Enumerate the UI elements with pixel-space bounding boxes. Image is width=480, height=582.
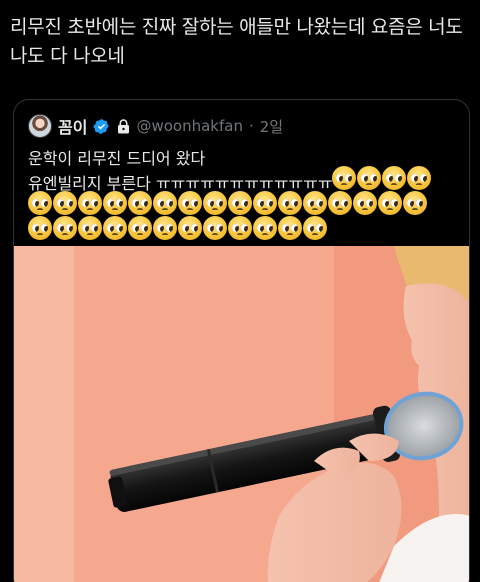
pleading-face-emoji	[78, 191, 102, 215]
pleading-face-emoji	[53, 216, 77, 240]
pleading-face-emoji	[178, 216, 202, 240]
pleading-face-emoji	[353, 191, 377, 215]
pleading-face-emoji	[153, 216, 177, 240]
pleading-face-emoji	[28, 191, 52, 215]
tweet-text: 리무진 초반에는 진짜 잘하는 애들만 나왔는데 요즘은 너도 나도 다 나오네	[10, 16, 463, 67]
pleading-face-emoji	[28, 216, 52, 240]
quoted-text-line-1: 운학이 리무진 드디어 왔다	[28, 149, 206, 168]
pleading-face-emoji	[103, 191, 127, 215]
quoted-tweet-card[interactable]: 꼼이 @woonhakfan · 2일 운학이 리무진 드디어 왔다 유엔빌리지…	[13, 99, 470, 582]
pleading-face-emoji	[228, 191, 252, 215]
pleading-face-emoji	[153, 191, 177, 215]
pleading-face-emoji	[228, 216, 252, 240]
verified-badge-icon	[93, 118, 110, 134]
pleading-face-emoji	[203, 216, 227, 240]
microphone-photo-illustration	[14, 246, 469, 582]
pleading-face-emoji	[128, 216, 152, 240]
pleading-face-emoji	[203, 191, 227, 215]
pleading-face-emoji	[403, 191, 427, 215]
avatar[interactable]	[28, 114, 52, 138]
pleading-face-emoji	[357, 166, 381, 190]
attached-photo[interactable]	[14, 246, 469, 582]
pleading-face-emoji	[278, 216, 302, 240]
pleading-face-emoji	[103, 216, 127, 240]
pleading-face-emoji	[128, 191, 152, 215]
pleading-face-emoji	[332, 166, 356, 190]
pleading-face-emoji	[328, 191, 352, 215]
user-handle[interactable]: @woonhakfan	[136, 117, 243, 135]
lock-icon	[118, 118, 130, 133]
pleading-face-emoji	[278, 191, 302, 215]
pleading-face-emoji	[78, 216, 102, 240]
emoji-row-2	[28, 191, 458, 215]
display-name[interactable]: 꼼이	[58, 114, 87, 138]
pleading-face-emoji	[253, 191, 277, 215]
pleading-face-emoji	[253, 216, 277, 240]
timestamp[interactable]: 2일	[260, 116, 283, 137]
emoji-row-3	[28, 216, 458, 240]
pleading-face-emoji	[382, 166, 406, 190]
pleading-face-emoji	[178, 191, 202, 215]
pleading-face-emoji	[53, 191, 77, 215]
pleading-face-emoji	[378, 191, 402, 215]
separator-dot: ·	[248, 117, 254, 135]
pleading-face-emoji	[303, 216, 327, 240]
pleading-face-emoji	[407, 166, 431, 190]
emoji-row-1	[332, 166, 462, 190]
quoted-tweet-header: 꼼이 @woonhakfan · 2일	[28, 114, 283, 138]
pleading-face-emoji	[303, 191, 327, 215]
